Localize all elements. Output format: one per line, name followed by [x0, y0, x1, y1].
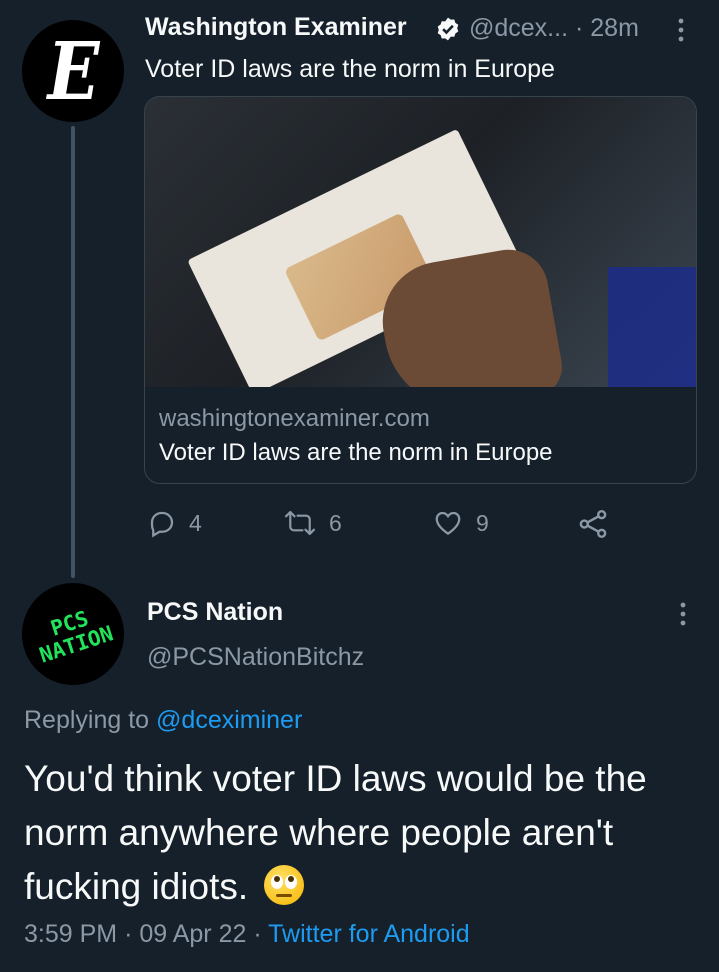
avatar-logo-letter: E: [47, 24, 99, 118]
author-handle[interactable]: @PCSNationBitchz: [147, 643, 364, 672]
more-options-icon[interactable]: [674, 16, 688, 44]
card-domain: washingtonexaminer.com: [159, 405, 430, 432]
pcs-nation-avatar[interactable]: PCS NATION: [22, 583, 124, 685]
author-name[interactable]: Washington Examiner: [145, 13, 407, 42]
author-handle[interactable]: @dcex...: [469, 14, 568, 42]
replying-prefix: Replying to: [24, 706, 157, 734]
tweet-body: You'd think voter ID laws would be the n…: [24, 752, 694, 914]
tweet-date: 09 Apr 22: [139, 920, 247, 948]
author-name[interactable]: PCS Nation: [147, 598, 283, 627]
separator: ·: [253, 920, 262, 948]
rolling-eyes-emoji-icon: [264, 865, 305, 905]
author-handle-time: @dcex... · 28m: [469, 14, 639, 43]
thread-line: [71, 126, 75, 578]
separator: ·: [124, 920, 133, 948]
share-icon: [579, 510, 607, 538]
tweet-meta: 3:59 PM · 09 Apr 22 · Twitter for Androi…: [24, 920, 470, 949]
tweet-time: 3:59 PM: [24, 920, 118, 948]
tweet-source-link[interactable]: Twitter for Android: [268, 920, 469, 948]
retweet-count: 6: [329, 509, 342, 536]
verified-badge-icon: [437, 17, 459, 41]
separator: ·: [574, 14, 584, 42]
more-options-icon[interactable]: [676, 600, 690, 628]
share-button[interactable]: [577, 508, 621, 540]
like-button[interactable]: 9: [432, 508, 489, 538]
heart-icon: [435, 511, 461, 535]
timestamp[interactable]: 28m: [590, 14, 639, 42]
retweet-icon: [284, 510, 316, 536]
tweet-text: Voter ID laws are the norm in Europe: [145, 55, 555, 83]
washington-examiner-avatar[interactable]: E: [22, 20, 124, 122]
reply-button[interactable]: 4: [147, 508, 202, 538]
card-title: Voter ID laws are the norm in Europe: [159, 439, 553, 466]
reply-icon: [150, 511, 174, 538]
retweet-button[interactable]: 6: [283, 508, 342, 538]
replying-to-link[interactable]: @dceximiner: [156, 706, 302, 734]
link-card[interactable]: washingtonexaminer.com Voter ID laws are…: [144, 96, 697, 484]
reply-count: 4: [189, 509, 202, 536]
tweet-text: You'd think voter ID laws would be the n…: [24, 758, 647, 907]
card-image: [145, 97, 696, 387]
avatar-logo-text: PCS NATION: [36, 606, 117, 668]
like-count: 9: [476, 509, 489, 536]
replying-to: Replying to @dceximiner: [24, 706, 302, 735]
